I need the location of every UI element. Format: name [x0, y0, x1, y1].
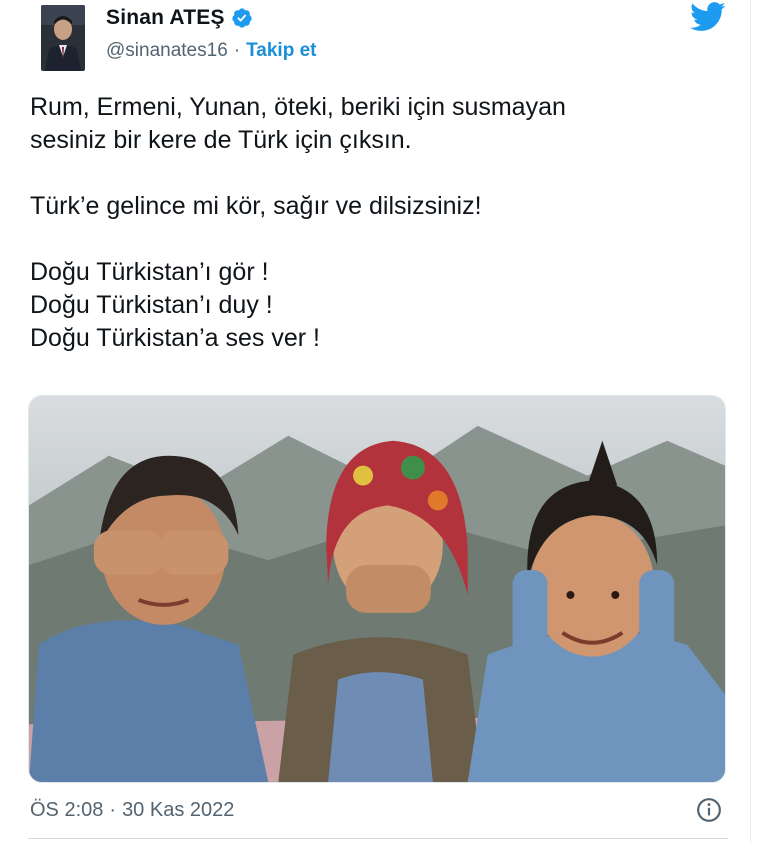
- tweet-line-break: [30, 223, 720, 256]
- info-icon[interactable]: [696, 797, 722, 823]
- verified-badge-icon: [231, 7, 253, 29]
- author-name-row: Sinan ATEŞ: [106, 6, 253, 30]
- tweet-line: Doğu Türkistan’ı duy !: [30, 291, 273, 319]
- author-display-name[interactable]: Sinan ATEŞ: [106, 6, 225, 30]
- twitter-bird-icon[interactable]: [690, 2, 726, 32]
- tweet-photo[interactable]: [28, 395, 726, 783]
- meta-separator: ·: [109, 799, 117, 821]
- author-handle[interactable]: @sinanates16: [106, 40, 228, 62]
- tweet-line: Rum, Ermeni, Yunan, öteki, beriki için s…: [30, 93, 566, 121]
- tweet-card: Sinan ATEŞ @sinanates16 · Takip et Rum, …: [0, 0, 751, 843]
- tweet-line: sesiniz bir kere de Türk için çıksın.: [30, 126, 412, 154]
- tweet-date: 30 Kas 2022: [122, 799, 235, 821]
- author-handle-row: @sinanates16 · Takip et: [106, 40, 316, 62]
- photo-three-children-icon: [29, 396, 725, 782]
- avatar[interactable]: [41, 5, 85, 71]
- tweet-text: Rum, Ermeni, Yunan, öteki, beriki için s…: [30, 91, 720, 355]
- tweet-timestamp[interactable]: ÖS 2:08 · 30 Kas 2022: [30, 799, 234, 822]
- tweet-line: Doğu Türkistan’ı gör !: [30, 258, 269, 286]
- follow-button[interactable]: Takip et: [246, 40, 316, 62]
- tweet-line-break: [30, 157, 720, 190]
- divider: [28, 838, 728, 839]
- tweet-line: Türk’e gelince mi kör, sağır ve dilsizsi…: [30, 192, 482, 220]
- tweet-line: Doğu Türkistan’a ses ver !: [30, 324, 320, 352]
- handle-separator: ·: [233, 40, 241, 61]
- tweet-time: ÖS 2:08: [30, 799, 104, 821]
